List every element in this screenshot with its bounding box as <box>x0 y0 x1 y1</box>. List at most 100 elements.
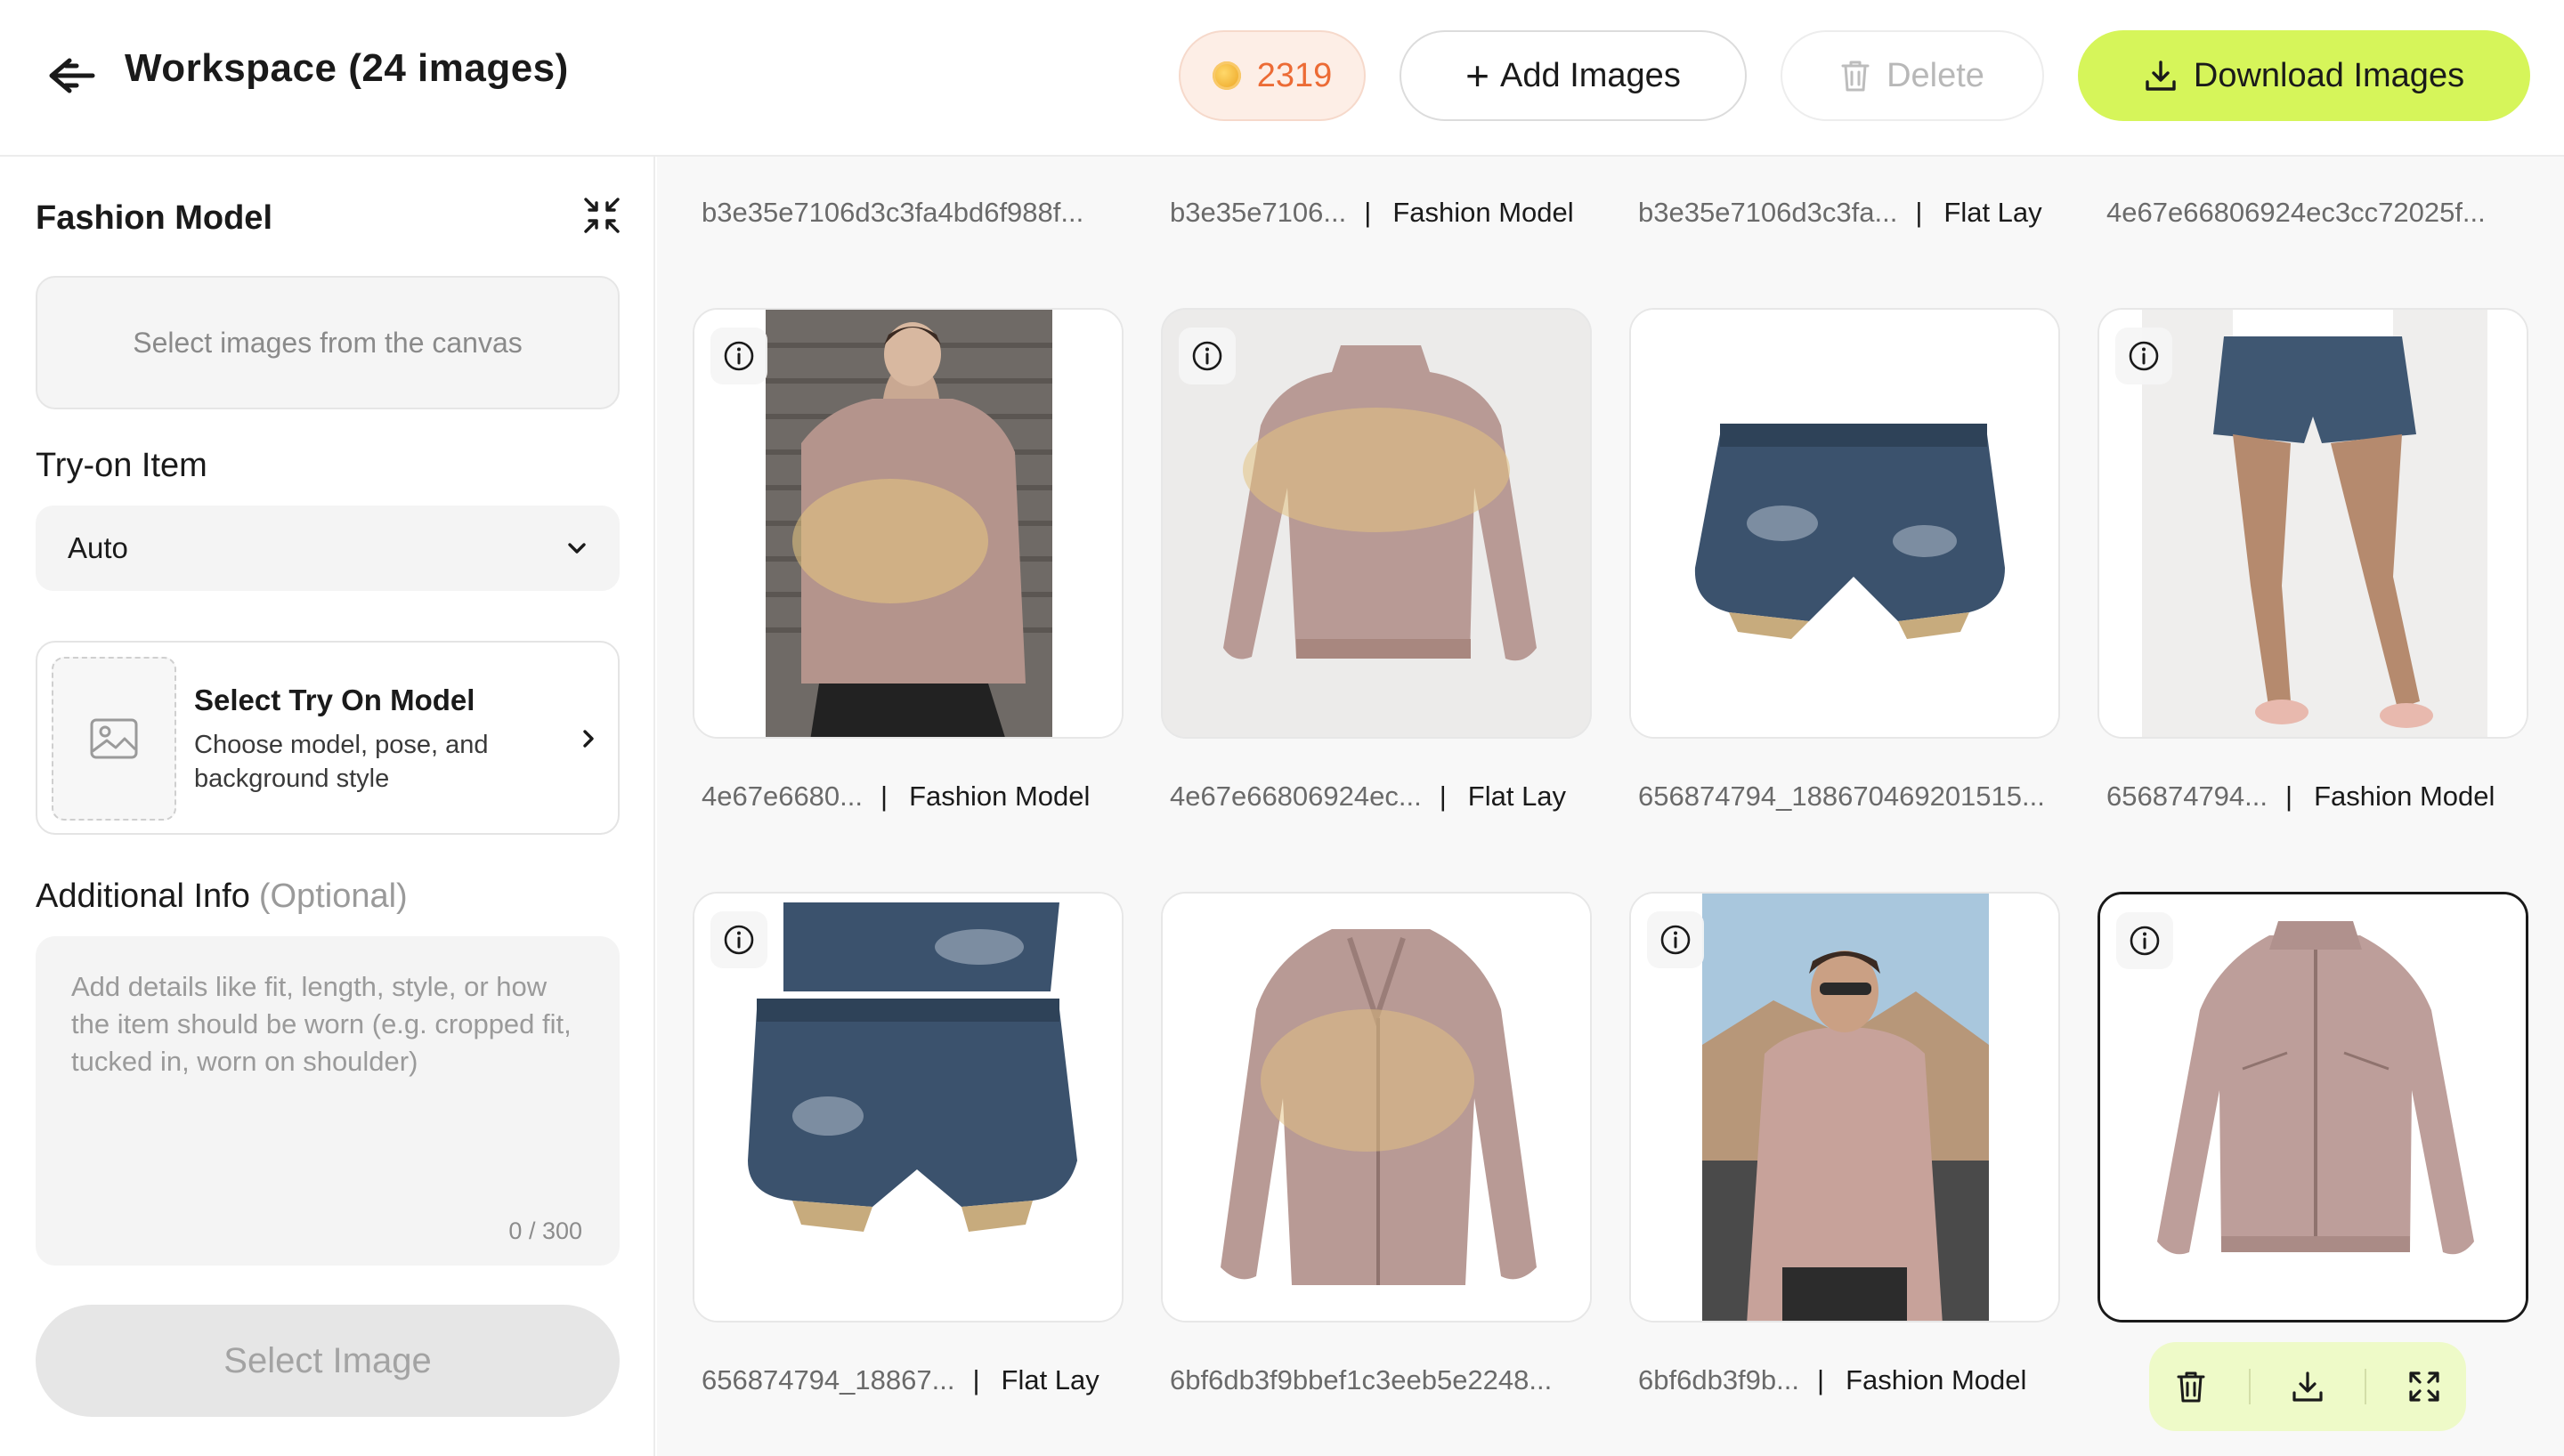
additional-info-placeholder: Add details like fit, length, style, or … <box>71 971 572 1077</box>
image-caption: 4e67e66806924ec... | Flat Lay <box>1170 776 1566 817</box>
image-tag: Fashion Model <box>1392 197 1574 228</box>
image-card[interactable] <box>1629 892 2060 1323</box>
download-icon <box>2146 61 2176 91</box>
image-filename: 6bf6db3f9b... <box>1638 1364 1799 1395</box>
character-counter: 0 / 300 <box>508 1217 582 1244</box>
image-caption: b3e35e7106d3c3fa4bd6f988f... <box>702 192 1083 233</box>
chevron-down-icon <box>568 543 586 554</box>
image-card[interactable] <box>1629 308 2060 739</box>
image-filename: 4e67e66806924ec3cc72025f... <box>2106 197 2486 228</box>
canvas-selection-prompt: Select images from the canvas <box>133 326 523 359</box>
credits-badge[interactable]: 2319 <box>1179 30 1366 121</box>
delete-label: Delete <box>1886 56 1984 94</box>
image-filename: 656874794... <box>2106 781 2268 812</box>
download-image-button[interactable] <box>2281 1360 2334 1413</box>
page-title: Workspace (24 images) <box>125 46 569 90</box>
download-images-button[interactable]: Download Images <box>2078 30 2530 121</box>
delete-button[interactable]: Delete <box>1781 30 2044 121</box>
chevron-right-icon <box>583 730 594 748</box>
caption-separator: | <box>2285 781 2293 812</box>
info-icon <box>2130 926 2160 956</box>
plus-icon: + <box>1465 53 1490 99</box>
info-button[interactable] <box>710 911 767 968</box>
info-icon <box>2129 341 2159 371</box>
image-caption: 6bf6db3f9b... | Fashion Model <box>1638 1360 2026 1401</box>
caption-separator: | <box>972 1364 980 1395</box>
caption-separator: | <box>1817 1364 1825 1395</box>
image-card[interactable] <box>693 308 1124 739</box>
info-icon <box>1192 341 1222 371</box>
image-filename: b3e35e7106... <box>1170 197 1347 228</box>
select-image-button[interactable]: Select Image <box>36 1305 620 1417</box>
info-button[interactable] <box>1647 911 1704 968</box>
toolbar-divider <box>2365 1369 2367 1404</box>
image-grid: b3e35e7106d3c3fa4bd6f988f... b3e35e7106.… <box>657 157 2564 1456</box>
additional-info-textarea[interactable]: Add details like fit, length, style, or … <box>36 936 620 1266</box>
image-card[interactable] <box>2097 308 2528 739</box>
image-caption: b3e35e7106... | Fashion Model <box>1170 192 1574 233</box>
image-card[interactable] <box>1161 308 1592 739</box>
select-model-title: Select Try On Model <box>194 684 475 716</box>
image-tag: Flat Lay <box>1467 781 1567 812</box>
image-placeholder-icon <box>90 718 138 759</box>
caption-separator: | <box>1439 781 1447 812</box>
image-tag: Flat Lay <box>1943 197 2042 228</box>
caption-separator: | <box>1915 197 1923 228</box>
image-tag: Fashion Model <box>2314 781 2495 812</box>
add-images-button[interactable]: + Add Images <box>1400 30 1747 121</box>
image-filename: b3e35e7106d3c3fa... <box>1638 197 1898 228</box>
selected-image-toolbar <box>2149 1342 2466 1431</box>
select-image-label: Select Image <box>223 1340 432 1380</box>
tryon-item-value: Auto <box>68 531 128 564</box>
caption-separator: | <box>880 781 888 812</box>
image-filename: 6bf6db3f9bbef1c3eeb5e2248... <box>1170 1364 1553 1395</box>
info-icon <box>1660 925 1691 955</box>
back-arrow-icon[interactable] <box>46 53 96 98</box>
image-card[interactable] <box>1161 892 1592 1323</box>
image-filename: 4e67e66806924ec... <box>1170 781 1422 812</box>
image-filename: 656874794_18867... <box>702 1364 955 1395</box>
credits-count: 2319 <box>1256 56 1333 94</box>
info-icon <box>724 925 754 955</box>
collapse-icon[interactable] <box>582 196 621 235</box>
image-caption: 4e67e66806924ec3cc72025f... <box>2106 192 2486 233</box>
expand-image-button[interactable] <box>2398 1360 2451 1413</box>
image-card[interactable] <box>693 892 1124 1323</box>
add-images-label: Add Images <box>1500 56 1681 94</box>
additional-info-label: Additional Info (Optional) <box>36 878 408 916</box>
optional-tag: (Optional) <box>258 878 408 915</box>
select-model-description: Choose model, pose, and background style <box>194 731 489 793</box>
image-caption: 656874794_188670469201515... <box>1638 776 2045 817</box>
panel-title: Fashion Model <box>36 199 272 237</box>
info-button[interactable] <box>2116 912 2173 969</box>
delete-image-button[interactable] <box>2164 1360 2218 1413</box>
select-model-card[interactable]: Select Try On Model Choose model, pose, … <box>36 641 620 835</box>
expand-icon <box>2409 1371 2439 1402</box>
image-preview <box>1163 894 1590 1321</box>
additional-info-title: Additional Info <box>36 878 250 915</box>
canvas-selection-box[interactable]: Select images from the canvas <box>36 276 620 409</box>
info-button[interactable] <box>2115 328 2172 384</box>
download-images-label: Download Images <box>2193 56 2465 94</box>
model-thumbnail-placeholder <box>52 657 176 821</box>
coin-icon <box>1212 61 1241 90</box>
image-caption: 656874794... | Fashion Model <box>2106 776 2495 817</box>
header: Workspace (24 images) 2319 + Add Images … <box>0 0 2564 157</box>
info-icon <box>724 341 754 371</box>
trash-icon <box>2177 1371 2205 1403</box>
image-tag: Fashion Model <box>1846 1364 2027 1395</box>
download-icon <box>2292 1371 2323 1402</box>
sidebar: Fashion Model Select images from the can… <box>0 157 655 1456</box>
image-tag: Fashion Model <box>909 781 1091 812</box>
image-caption: 6bf6db3f9bbef1c3eeb5e2248... <box>1170 1360 1552 1401</box>
image-caption: 4e67e6680... | Fashion Model <box>702 776 1090 817</box>
image-caption: 656874794_18867... | Flat Lay <box>702 1360 1099 1401</box>
caption-separator: | <box>1364 197 1372 228</box>
tryon-item-select[interactable]: Auto <box>36 506 620 591</box>
image-preview <box>1631 310 2058 737</box>
image-caption: b3e35e7106d3c3fa... | Flat Lay <box>1638 192 2042 233</box>
image-card-selected[interactable] <box>2097 892 2528 1323</box>
toolbar-divider <box>2248 1369 2251 1404</box>
info-button[interactable] <box>710 328 767 384</box>
info-button[interactable] <box>1179 328 1236 384</box>
